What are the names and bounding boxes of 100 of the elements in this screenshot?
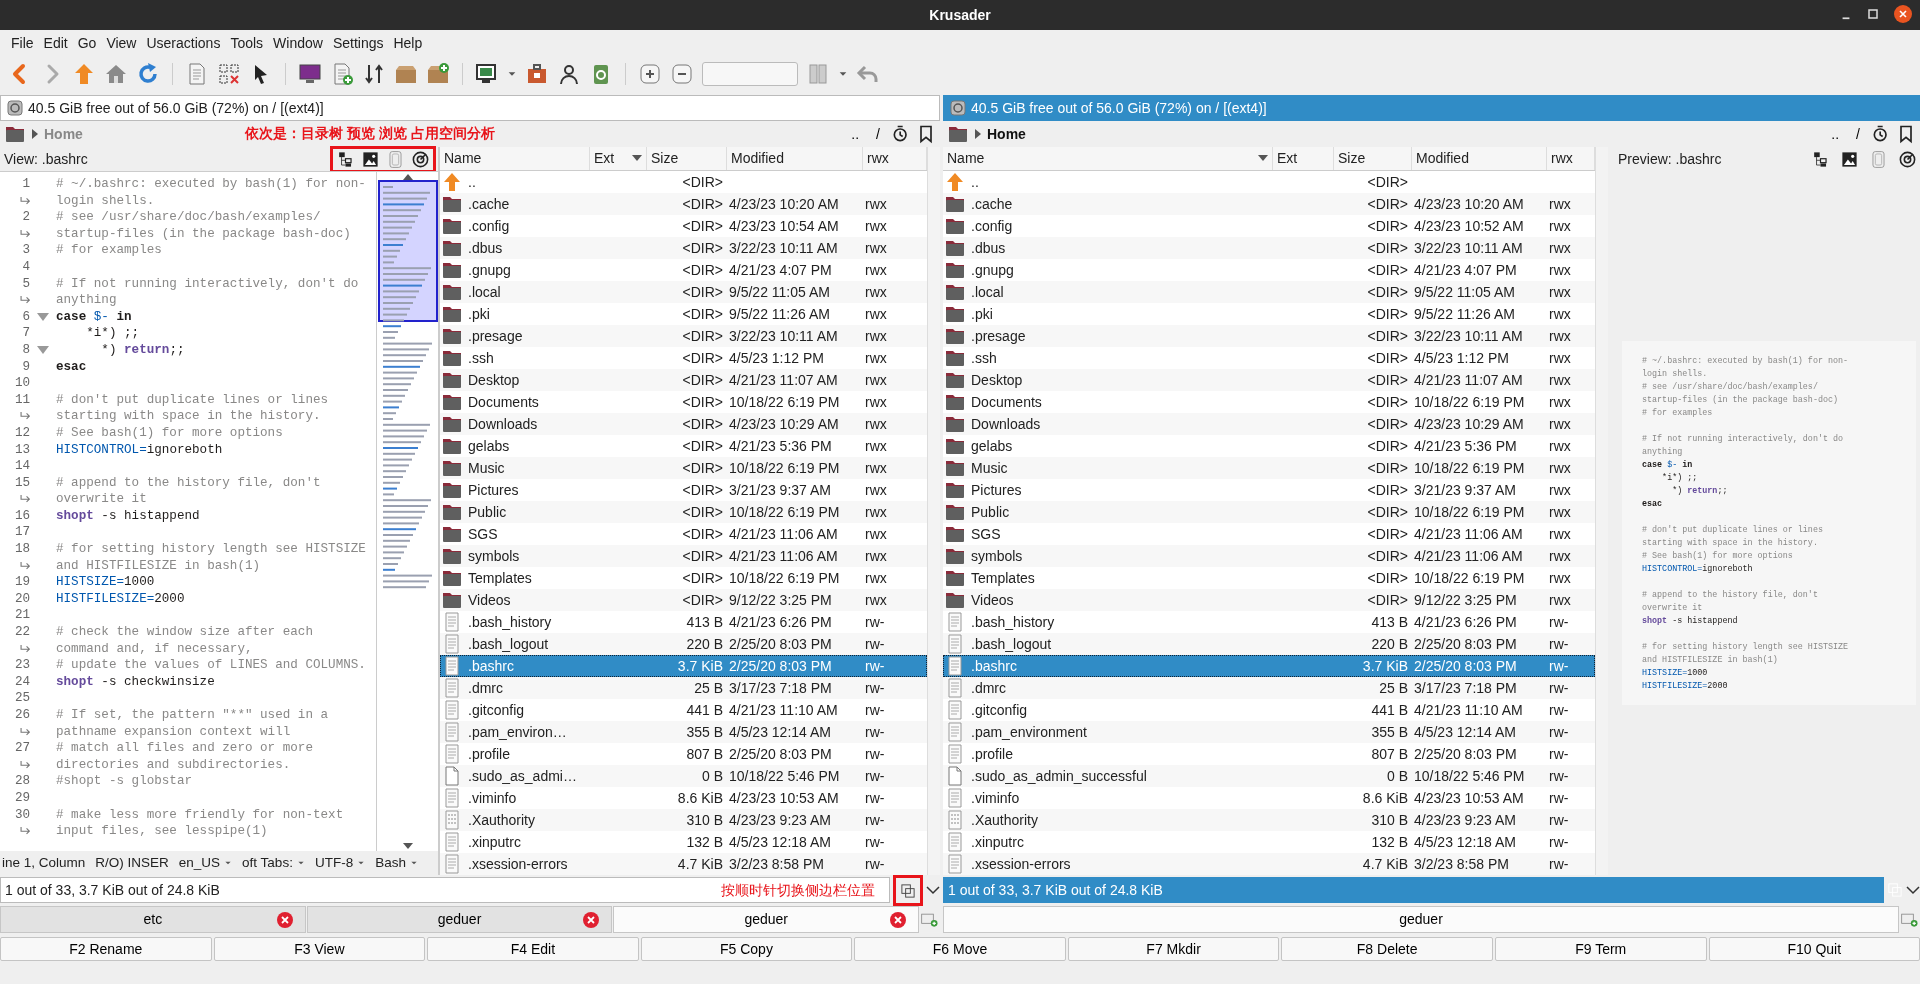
file-row[interactable]: .Xauthority 310 B 4/23/23 9:23 AM rw- [943, 809, 1595, 831]
function-key-button[interactable]: F5 Copy [640, 937, 853, 961]
file-row[interactable]: symbols <DIR> 4/21/23 11:06 AM rwx [943, 545, 1595, 567]
file-row[interactable]: .cache <DIR> 4/23/23 10:20 AM rwx [943, 193, 1595, 215]
menu-item[interactable]: Useractions [141, 30, 226, 56]
file-row[interactable]: .presage <DIR> 3/22/23 10:11 AM rwx [943, 325, 1595, 347]
free-space-bar[interactable]: 40.5 GiB free out of 56.0 GiB (72%) on / [(ext4)] [0, 95, 940, 121]
file-row[interactable]: .pki <DIR> 9/5/22 11:26 AM rwx [440, 303, 927, 325]
tab-close-icon[interactable] [276, 912, 293, 928]
file-row[interactable]: .sudo_as_admi… 0 B 10/18/22 5:46 PM rw- [440, 765, 927, 787]
status-dropdown[interactable]: oft Tabs: [242, 852, 293, 874]
file-row[interactable]: .gnupg <DIR> 4/21/23 4:07 PM rwx [440, 259, 927, 281]
file-row[interactable]: .bashrc 3.7 KiB 2/25/20 8:03 PM rw- [943, 655, 1595, 677]
file-row[interactable]: Documents <DIR> 10/18/22 6:19 PM rwx [943, 391, 1595, 413]
user-icon[interactable] [557, 62, 581, 86]
column-header[interactable]: Name [440, 147, 590, 170]
column-header[interactable]: Ext [590, 147, 647, 170]
column-header[interactable]: Size [1334, 147, 1412, 170]
file-row[interactable]: gelabs <DIR> 4/21/23 5:36 PM rwx [440, 435, 927, 457]
panel-tab[interactable]: geduer [306, 906, 613, 933]
compare-icon[interactable] [362, 62, 386, 86]
file-row[interactable]: .cache <DIR> 4/23/23 10:20 AM rwx [440, 193, 927, 215]
file-row[interactable]: .dmrc 25 B 3/17/23 7:18 PM rw- [440, 677, 927, 699]
file-row[interactable]: .profile 807 B 2/25/20 8:03 PM rw- [440, 743, 927, 765]
maximize-icon[interactable] [1868, 9, 1878, 19]
file-row[interactable]: SGS <DIR> 4/21/23 11:06 AM rwx [440, 523, 927, 545]
target-icon[interactable] [410, 149, 431, 169]
function-key-button[interactable]: F8 Delete [1281, 937, 1493, 961]
file-row[interactable]: Desktop <DIR> 4/21/23 11:07 AM rwx [440, 369, 927, 391]
file-row[interactable]: .gnupg <DIR> 4/21/23 4:07 PM rwx [943, 259, 1595, 281]
dropdown-caret-icon[interactable] [409, 859, 418, 867]
scrollbar[interactable] [1595, 147, 1608, 875]
selection-icon[interactable] [217, 62, 241, 86]
file-row[interactable]: .bash_logout 220 B 2/25/20 8:03 PM rw- [943, 633, 1595, 655]
panel-tab[interactable]: geduer [613, 906, 919, 933]
close-icon[interactable] [1894, 5, 1912, 23]
panel-tab[interactable]: etc [0, 906, 306, 933]
file-row[interactable]: .pki <DIR> 9/5/22 11:26 AM rwx [943, 303, 1595, 325]
function-key-button[interactable]: F7 Mkdir [1067, 937, 1280, 961]
file-row[interactable]: .. <DIR> [440, 171, 927, 193]
file-row[interactable]: .bash_logout 220 B 2/25/20 8:03 PM rw- [440, 633, 927, 655]
file-row[interactable]: .gitconfig 441 B 4/21/23 11:10 AM rw- [943, 699, 1595, 721]
function-key-button[interactable]: F10 Quit [1708, 937, 1920, 961]
file-row[interactable]: Downloads <DIR> 4/23/23 10:29 AM rwx [943, 413, 1595, 435]
file-row[interactable]: .profile 807 B 2/25/20 8:03 PM rw- [943, 743, 1595, 765]
file-row[interactable]: .dbus <DIR> 3/22/23 10:11 AM rwx [943, 237, 1595, 259]
location-crumb[interactable]: Home [987, 123, 1026, 145]
file-row[interactable]: .local <DIR> 9/5/22 11:05 AM rwx [440, 281, 927, 303]
file-row[interactable]: .xsession-errors 4.7 KiB 3/2/23 8:58 PM rw- [440, 853, 927, 875]
screen-icon[interactable] [475, 62, 499, 86]
file-row[interactable]: Desktop <DIR> 4/21/23 11:07 AM rwx [943, 369, 1595, 391]
menu-item[interactable]: Help [388, 30, 428, 56]
dropdown-caret-icon[interactable] [296, 859, 305, 867]
file-row[interactable]: Public <DIR> 10/18/22 6:19 PM rwx [440, 501, 927, 523]
file-row[interactable]: Documents <DIR> 10/18/22 6:19 PM rwx [440, 391, 927, 413]
status-dropdown[interactable]: UTF-8 [314, 852, 354, 874]
file-row[interactable]: .bashrc 3.7 KiB 2/25/20 8:03 PM rw- [440, 655, 927, 677]
file-row[interactable]: .gitconfig 441 B 4/21/23 11:10 AM rw- [440, 699, 927, 721]
add-package-icon[interactable] [426, 62, 450, 86]
file-row[interactable]: .sudo_as_admin_successful 0 B 10/18/22 5:46 PM rw- [943, 765, 1595, 787]
dropdown-caret-icon[interactable] [926, 883, 940, 897]
fold-triangle-icon[interactable] [37, 313, 49, 322]
file-row[interactable]: symbols <DIR> 4/21/23 11:06 AM rwx [440, 545, 927, 567]
menu-item[interactable]: File [6, 30, 39, 56]
nav-button[interactable]: .. [845, 123, 866, 145]
file-row[interactable]: gelabs <DIR> 4/21/23 5:36 PM rwx [943, 435, 1595, 457]
status-dropdown[interactable]: Bash [375, 852, 406, 874]
function-key-button[interactable]: F4 Edit [427, 937, 639, 961]
column-header[interactable]: Modified [1412, 147, 1547, 170]
file-row[interactable]: .viminfo 8.6 KiB 4/23/23 10:53 AM rw- [943, 787, 1595, 809]
file-row[interactable]: .xinputrc 132 B 4/5/23 12:18 AM rw- [943, 831, 1595, 853]
function-key-button[interactable]: F6 Move [854, 937, 1066, 961]
scrollbar[interactable] [927, 147, 940, 875]
dropdown-caret-icon[interactable] [1906, 883, 1920, 897]
file-row[interactable]: .ssh <DIR> 4/5/23 1:12 PM rwx [943, 347, 1595, 369]
file-row[interactable]: .Xauthority 310 B 4/23/23 9:23 AM rw- [440, 809, 927, 831]
file-row[interactable]: Videos <DIR> 9/12/22 3:25 PM rwx [440, 589, 927, 611]
menu-item[interactable]: Go [72, 30, 102, 56]
nav-button[interactable]: .. [1825, 123, 1846, 145]
file-row[interactable]: Pictures <DIR> 3/21/23 9:37 AM rwx [440, 479, 927, 501]
column-header[interactable]: Ext [1273, 147, 1334, 170]
tab-close-icon[interactable] [890, 912, 906, 928]
case-icon[interactable] [525, 62, 549, 86]
file-row[interactable]: .dbus <DIR> 3/22/23 10:11 AM rwx [440, 237, 927, 259]
file-row[interactable]: .ssh <DIR> 4/5/23 1:12 PM rwx [440, 347, 927, 369]
panel-tab[interactable]: geduer [943, 906, 1899, 933]
column-header[interactable]: Name [943, 147, 1273, 170]
chevron-icon[interactable] [31, 129, 39, 139]
status-dropdown[interactable]: en_US [178, 852, 221, 874]
nav-button[interactable]: / [870, 123, 886, 145]
minus-icon[interactable] [670, 62, 694, 86]
fold-triangle-icon[interactable] [37, 346, 49, 355]
file-row[interactable]: .viminfo 8.6 KiB 4/23/23 10:53 AM rw- [440, 787, 927, 809]
file-row[interactable]: Pictures <DIR> 3/21/23 9:37 AM rwx [943, 479, 1595, 501]
scroll-down-icon[interactable] [402, 843, 413, 851]
file-row[interactable]: Music <DIR> 10/18/22 6:19 PM rwx [440, 457, 927, 479]
column-header[interactable]: Size [647, 147, 727, 170]
image-icon[interactable] [1839, 149, 1860, 169]
file-row[interactable]: .pam_environment 355 B 4/5/23 12:14 AM rw- [943, 721, 1595, 743]
file-row[interactable]: Downloads <DIR> 4/23/23 10:29 AM rwx [440, 413, 927, 435]
